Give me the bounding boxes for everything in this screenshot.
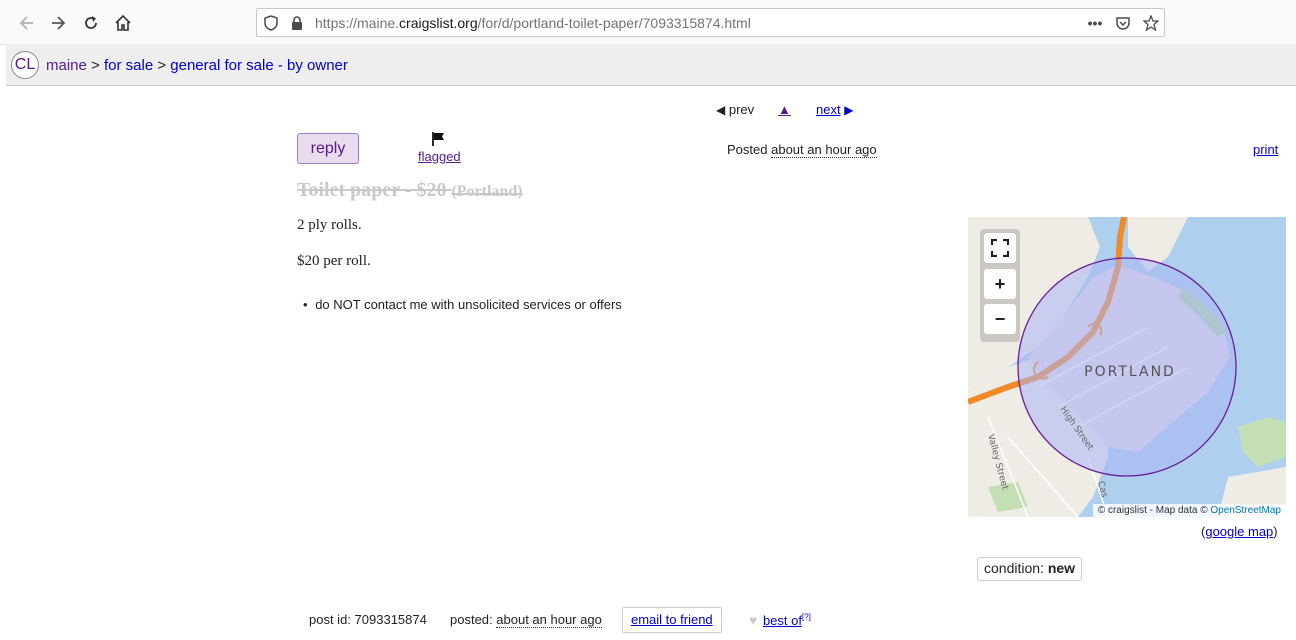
footer-posted: posted: about an hour ago	[450, 612, 602, 628]
next-arrow-icon: ▶	[844, 103, 854, 117]
bookmark-star-icon[interactable]	[1141, 13, 1161, 33]
map-city-label: PORTLAND	[1084, 364, 1176, 380]
forward-arrow-icon[interactable]	[44, 8, 74, 38]
breadcrumb-general-for-sale[interactable]: general for sale - by owner	[170, 57, 348, 74]
zoom-out-icon[interactable]: −	[984, 304, 1016, 334]
posted-info: Posted about an hour ago	[727, 142, 877, 158]
next-label: next	[816, 102, 841, 117]
prev-label: prev	[728, 102, 755, 117]
breadcrumb-separator: >	[157, 57, 167, 74]
flagged-label: flagged	[418, 149, 461, 164]
map-controls: + −	[980, 229, 1020, 342]
url-path: /for/d/portland-toilet-paper/7093315874.…	[477, 15, 751, 31]
breadcrumb-bar: CL maine > for sale > general for sale -…	[6, 44, 1296, 86]
condition-label: condition:	[984, 560, 1044, 576]
condition-value: new	[1047, 560, 1076, 576]
craigslist-logo[interactable]: CL	[11, 51, 39, 79]
flag-link[interactable]: flagged	[417, 130, 461, 166]
google-map: (google map)	[1201, 524, 1278, 539]
posted-time: about an hour ago	[771, 142, 877, 158]
prev-link[interactable]: ◀ prev	[716, 102, 754, 117]
best-of: ♥ best of[?]	[749, 612, 811, 628]
shield-icon[interactable]	[261, 13, 281, 33]
posting-map[interactable]: PORTLAND High Street Valley Street Cas +…	[968, 217, 1286, 517]
google-map-link[interactable]: google map	[1205, 524, 1273, 539]
reload-icon[interactable]	[76, 8, 106, 38]
posting-neighborhood: (Portland)	[451, 183, 523, 200]
email-to-friend-label: email to friend	[631, 612, 713, 627]
best-of-link[interactable]: best of	[763, 613, 802, 628]
posting-title: Toilet paper - $20 (Portland)	[297, 179, 523, 202]
breadcrumb-for-sale[interactable]: for sale	[104, 57, 153, 74]
posting-body-line: 2 ply rolls.	[297, 217, 362, 233]
map-street-label: Cas	[1095, 480, 1109, 499]
posting-title-text: Toilet paper - $20	[297, 179, 447, 201]
post-id-value: 7093315874	[354, 612, 427, 627]
more-actions-icon[interactable]: •••	[1085, 13, 1105, 33]
post-id: post id: 7093315874	[309, 612, 427, 627]
pocket-icon[interactable]	[1113, 13, 1133, 33]
openstreetmap-link[interactable]: OpenStreetMap	[1210, 505, 1281, 516]
zoom-in-icon[interactable]: +	[984, 269, 1016, 299]
back-arrow-icon[interactable]	[11, 8, 41, 38]
bullet-icon: •	[303, 297, 308, 312]
next-link[interactable]: next ▶	[816, 102, 853, 117]
browser-toolbar: https://maine.craigslist.org/for/d/portl…	[0, 0, 1296, 45]
notice-item: • do NOT contact me with unsolicited ser…	[303, 297, 622, 312]
breadcrumb-maine[interactable]: maine	[46, 57, 87, 74]
email-to-friend-button[interactable]: email to friend	[622, 607, 722, 633]
breadcrumb-separator: >	[91, 57, 100, 74]
notice-text: do NOT contact me with unsolicited servi…	[315, 297, 622, 312]
footer-posted-label: posted:	[450, 612, 493, 627]
fullscreen-icon[interactable]	[984, 233, 1016, 263]
breadcrumb: maine > for sale > general for sale - by…	[46, 57, 348, 74]
url-bar[interactable]: https://maine.craigslist.org/for/d/portl…	[256, 8, 1165, 37]
map-park	[1238, 417, 1286, 467]
url-text[interactable]: https://maine.craigslist.org/for/d/portl…	[315, 15, 751, 31]
posting-body-line: $20 per roll.	[297, 253, 371, 269]
print-link[interactable]: print	[1253, 142, 1278, 157]
post-id-label: post id:	[309, 612, 351, 627]
reply-button[interactable]: reply	[297, 133, 359, 164]
map-attribution: © craigslist - Map data © OpenStreetMap	[1092, 504, 1286, 517]
footer-posted-time: about an hour ago	[496, 612, 602, 628]
condition-attribute: condition: new	[977, 557, 1083, 581]
best-of-help-link[interactable]: [?]	[802, 613, 811, 622]
attribution-text: © craigslist - Map data ©	[1097, 505, 1211, 516]
url-prefix: https://maine.	[315, 15, 400, 31]
lock-icon[interactable]	[287, 13, 307, 33]
prev-arrow-icon: ◀	[716, 103, 726, 117]
posted-label: Posted	[727, 142, 768, 157]
url-domain: craigslist.org	[399, 15, 478, 31]
up-link[interactable]: ▲	[778, 102, 791, 117]
heart-icon[interactable]: ♥	[749, 612, 757, 628]
home-icon[interactable]	[108, 8, 138, 38]
